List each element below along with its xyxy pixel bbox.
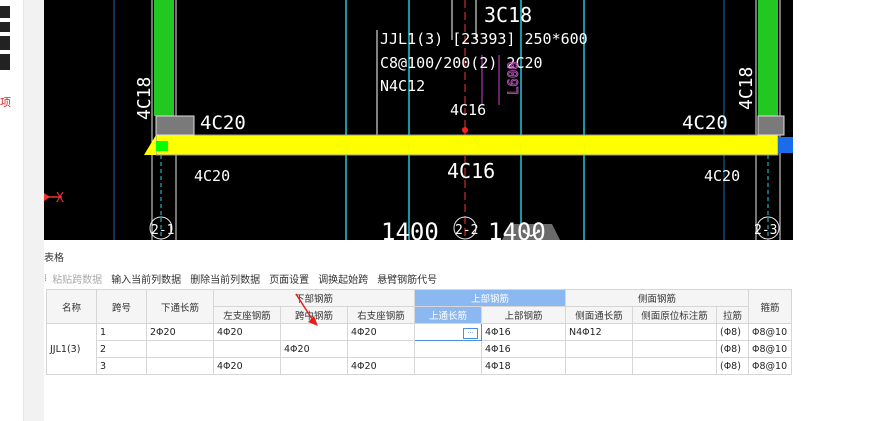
grid-2-1-label: 2-1 (151, 223, 174, 238)
top-3c18-label: 3C18 (484, 3, 532, 27)
swap-start-span-button[interactable]: 调换起始跨 (318, 271, 368, 286)
table-row[interactable]: 3 4Φ20 4Φ20 4Φ18 (Φ8) Φ8@10 (47, 357, 792, 375)
paste-span-data-button[interactable]: 粘贴跨数据 (52, 271, 102, 286)
right-column[interactable] (758, 0, 778, 116)
subheader-left-support[interactable]: 左支座钢筋 (213, 306, 281, 324)
subheader-side-through[interactable]: 侧面通长筋 (565, 306, 633, 324)
subheader-right-support[interactable]: 右支座钢筋 (347, 306, 415, 324)
tie-cell[interactable]: (Φ8) (716, 357, 749, 375)
right-support-cell[interactable]: 4Φ20 (347, 357, 415, 375)
top-through-cell[interactable] (414, 357, 482, 375)
header-side-group[interactable]: 侧面钢筋 (565, 289, 749, 307)
member-name-cell[interactable]: JJL1(3) (46, 323, 97, 375)
right-top-4c20-label: 4C20 (682, 112, 728, 134)
left-gutter (24, 0, 44, 421)
span-cell[interactable]: 1 (96, 323, 147, 341)
left-column[interactable] (154, 0, 174, 116)
right-column-4c18-label: 4C18 (736, 67, 757, 110)
subheader-tie[interactable]: 拉筋 (716, 306, 749, 324)
delete-column-data-button[interactable]: 删除当前列数据 (190, 271, 260, 286)
mid-cell[interactable]: 4Φ20 (280, 340, 348, 358)
grid-2-2-label: 2-2 (455, 223, 478, 238)
red-arrow-annotation (295, 293, 318, 326)
stirrup-cell[interactable]: Φ8@10 (748, 357, 792, 375)
subheader-top[interactable]: 上部钢筋 (481, 306, 566, 324)
left-column-4c18-label: 4C18 (134, 77, 155, 120)
left-support-cell[interactable]: 4Φ20 (213, 357, 281, 375)
right-support-cell[interactable]: 4Φ20 (347, 323, 415, 341)
side-through-cell[interactable] (565, 340, 633, 358)
beam-annotation-line-1: JJL1(3) [23393] 250*600 (380, 30, 588, 48)
right-blank-area (793, 0, 883, 421)
input-column-data-button[interactable]: 输入当前列数据 (111, 271, 181, 286)
top-cell[interactable]: 4Φ16 (481, 323, 566, 341)
grid-2-3-label: 2-3 (754, 223, 777, 238)
left-top-4c20-label: 4C20 (200, 112, 246, 134)
subheader-top-through[interactable]: 上通长筋 (414, 306, 482, 324)
top-through-cell-active[interactable]: ··· (414, 323, 482, 341)
beam-annotation-line-3: N4C12 (380, 77, 425, 95)
left-support-cell[interactable] (213, 340, 281, 358)
toolbar-separator: ⁞ (44, 272, 48, 284)
top-cell[interactable]: 4Φ18 (481, 357, 566, 375)
beam-rebar-table: 名称 跨号 下通长筋 下部钢筋 上部钢筋 侧面钢筋 箍筋 左支座钢筋 跨中钢筋 … (46, 289, 792, 375)
beam-body[interactable] (155, 134, 779, 156)
cad-drawing-canvas[interactable]: 3C18 JJL1(3) [23393] 250*600 C8@100/200(… (44, 0, 793, 240)
cantilever-code-button[interactable]: 悬臂钢筋代号 (377, 271, 437, 286)
side-local-cell[interactable] (632, 340, 717, 358)
l600-label: L600 (506, 61, 522, 95)
side-through-cell[interactable] (565, 357, 633, 375)
x-axis-label: X (56, 191, 64, 206)
bottom-through-cell[interactable] (146, 340, 214, 358)
page-setup-button[interactable]: 页面设置 (269, 271, 309, 286)
side-local-cell[interactable] (632, 357, 717, 375)
top-cell[interactable]: 4Φ16 (481, 340, 566, 358)
header-name[interactable]: 名称 (46, 289, 97, 324)
span-cell[interactable]: 2 (96, 340, 147, 358)
stirrup-cell[interactable]: Φ8@10 (748, 340, 792, 358)
panel-red-label: 项 (0, 96, 11, 109)
header-bottom-through[interactable]: 下通长筋 (146, 289, 214, 324)
tie-cell[interactable]: (Φ8) (716, 323, 749, 341)
mid-cell[interactable] (280, 357, 348, 375)
table-row[interactable]: JJL1(3) 1 2Φ20 4Φ20 4Φ20 ··· 4Φ16 N4Φ12 … (46, 323, 792, 375)
right-support-cell[interactable] (347, 340, 415, 358)
bottom-through-cell[interactable] (146, 357, 214, 375)
stirrup-cell[interactable]: Φ8@10 (748, 323, 792, 341)
panel-tab-icon[interactable] (0, 0, 14, 80)
left-bottom-4c20-label: 4C20 (194, 167, 230, 185)
span-cell[interactable]: 3 (96, 357, 147, 375)
header-top-group[interactable]: 上部钢筋 (414, 289, 566, 307)
table-row[interactable]: 2 4Φ20 4Φ16 (Φ8) Φ8@10 (47, 340, 792, 358)
mid-top-4c16-label: 4C16 (450, 101, 486, 119)
left-side-panel: 项 (0, 0, 24, 421)
table-toolbar: ⁞ 粘贴跨数据 输入当前列数据 删除当前列数据 页面设置 调换起始跨 悬臂钢筋代… (44, 270, 446, 286)
panel-title: 表格 (44, 253, 64, 264)
side-local-cell[interactable] (632, 323, 717, 341)
bottom-through-cell[interactable]: 2Φ20 (146, 323, 214, 341)
right-bottom-4c20-label: 4C20 (704, 167, 740, 185)
header-span[interactable]: 跨号 (96, 289, 147, 324)
top-through-cell[interactable] (414, 340, 482, 358)
tie-cell[interactable]: (Φ8) (716, 340, 749, 358)
cell-edit-button[interactable]: ··· (463, 327, 478, 339)
left-support-cell[interactable]: 4Φ20 (213, 323, 281, 341)
header-stirrup[interactable]: 箍筋 (748, 289, 792, 324)
dimension-1400-a: 1400 (381, 218, 439, 240)
side-through-cell[interactable]: N4Φ12 (565, 323, 633, 341)
mid-bottom-4c16-label: 4C16 (447, 159, 495, 183)
dimension-1400-b: 1400 (488, 218, 546, 240)
subheader-side-local[interactable]: 侧面原位标注筋 (632, 306, 717, 324)
